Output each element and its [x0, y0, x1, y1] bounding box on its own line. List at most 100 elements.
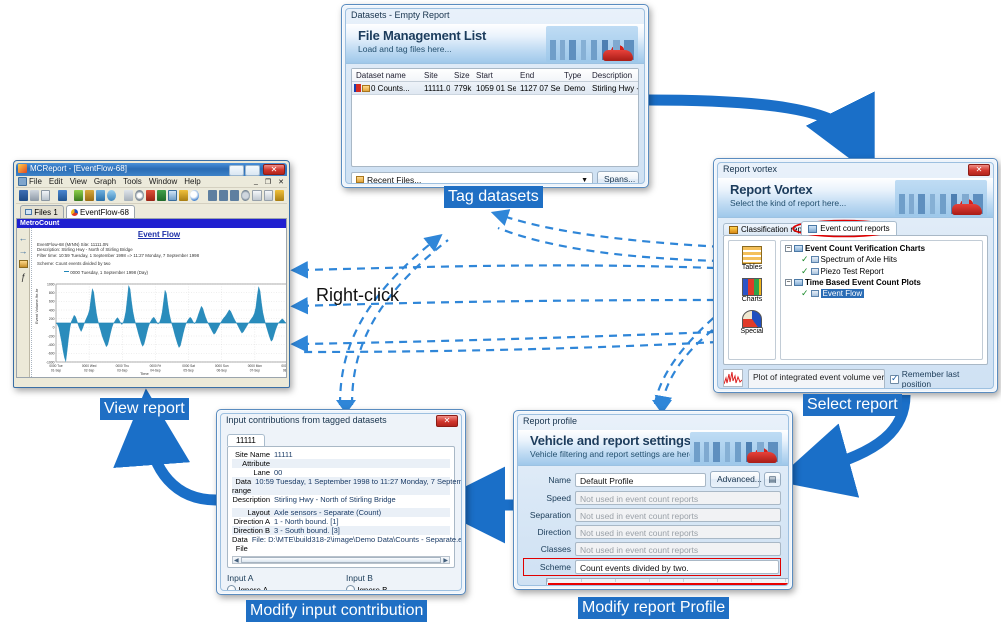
- recent-files-dropdown[interactable]: Recent Files... ▼: [351, 172, 593, 184]
- scroll-right-icon[interactable]: ▶: [443, 557, 448, 564]
- menu-file[interactable]: File: [29, 177, 42, 186]
- mcreport-document[interactable]: MetroCount ← → ƒ Event Flow EventFlow-68…: [16, 218, 287, 378]
- menu-graph[interactable]: Graph: [94, 177, 116, 186]
- tree-item-selected[interactable]: ✓ Event Flow: [801, 288, 978, 299]
- horizontal-scrollbar[interactable]: ◀ ▶: [232, 556, 450, 564]
- recent-files-label: Recent Files...: [367, 174, 422, 184]
- remember-position-checkbox[interactable]: [890, 373, 899, 384]
- tab-eventflow[interactable]: EventFlow-68: [65, 205, 135, 218]
- datasets-window[interactable]: Datasets - Empty Report File Management …: [341, 4, 649, 188]
- scheme-input[interactable]: Count events divided by two.: [575, 560, 779, 574]
- target-icon[interactable]: [134, 190, 144, 201]
- spans-button[interactable]: Spans...: [597, 171, 639, 183]
- close-icon[interactable]: ✕: [968, 164, 990, 176]
- category-tables[interactable]: Tables: [742, 246, 762, 271]
- table-icon[interactable]: [156, 190, 166, 201]
- check-icon[interactable]: ✓: [801, 266, 809, 277]
- datasets-banner: File Management List Load and tag files …: [346, 24, 644, 64]
- nav-back-icon[interactable]: ←: [19, 234, 28, 243]
- tree-item[interactable]: ✓ Piezo Test Report: [801, 266, 978, 277]
- nav-forward-icon[interactable]: →: [19, 247, 28, 256]
- font-icon[interactable]: [123, 190, 133, 201]
- mdi-close-icon[interactable]: ✕: [278, 178, 284, 186]
- radio-ignore-b[interactable]: Ignore B: [346, 585, 455, 590]
- refresh-icon[interactable]: [106, 190, 116, 201]
- name-input[interactable]: Default Profile: [575, 472, 706, 487]
- datasets-grid[interactable]: Dataset name Site Size Start End Type De…: [351, 68, 639, 167]
- expand-icon[interactable]: –: [785, 245, 792, 252]
- mdi-minimize-icon[interactable]: _: [254, 178, 258, 185]
- report-profile-window[interactable]: Report profile Vehicle and report settin…: [513, 410, 793, 590]
- save-icon[interactable]: [19, 190, 28, 201]
- menu-edit[interactable]: Edit: [49, 177, 63, 186]
- check-icon[interactable]: ✓: [801, 254, 809, 265]
- print-icon[interactable]: [30, 190, 39, 201]
- vortex-category-strip[interactable]: Tables Charts Special: [728, 240, 776, 360]
- mcreport-toolbar[interactable]: [16, 188, 287, 204]
- tree-item[interactable]: – Event Count Verification Charts: [785, 244, 978, 253]
- zoom-icon[interactable]: [190, 190, 200, 201]
- tab-event-count-reports[interactable]: Event count reports: [801, 221, 897, 235]
- scroll-thumb[interactable]: [240, 557, 442, 563]
- mdi-restore-icon[interactable]: ❐: [265, 178, 271, 186]
- prev-icon[interactable]: [219, 190, 229, 201]
- report-title: Event Flow: [137, 230, 181, 239]
- formula-icon[interactable]: ƒ: [19, 273, 28, 282]
- tab-files[interactable]: Files 1: [20, 205, 64, 218]
- menu-tools[interactable]: Tools: [123, 177, 142, 186]
- next-icon[interactable]: [230, 190, 240, 201]
- tab-site-11111[interactable]: 11111: [227, 434, 265, 446]
- classes-input[interactable]: Not used in event count reports: [575, 542, 781, 556]
- close-icon[interactable]: ✕: [263, 164, 285, 175]
- scroll-left-icon[interactable]: ◀: [234, 557, 239, 564]
- edit-icon[interactable]: [73, 190, 83, 201]
- data-icon[interactable]: [18, 260, 28, 268]
- report-vortex-window[interactable]: Report vortex ✕ Report Vortex Select the…: [713, 158, 998, 393]
- menu-view[interactable]: View: [70, 177, 87, 186]
- settings-icon[interactable]: [241, 190, 251, 201]
- mcreport-menubar[interactable]: File Edit View Graph Tools Window Help _…: [16, 176, 287, 188]
- advanced-button[interactable]: Advanced...: [710, 471, 762, 488]
- copy-icon[interactable]: [84, 190, 94, 201]
- page-icon[interactable]: [252, 190, 262, 201]
- menu-window[interactable]: Window: [149, 177, 177, 186]
- speed-input[interactable]: Not used in event count reports: [575, 491, 781, 505]
- direction-input[interactable]: Not used in event count reports: [575, 525, 781, 539]
- chevron-down-icon[interactable]: ▼: [581, 175, 588, 183]
- maximize-icon[interactable]: [245, 165, 260, 176]
- time-range-bar[interactable]: [547, 583, 788, 585]
- help-icon[interactable]: [274, 190, 284, 201]
- svg-text:-600: -600: [48, 352, 55, 356]
- print-preview-icon[interactable]: [41, 190, 51, 201]
- tree-item[interactable]: ✓ Spectrum of Axle Hits: [801, 254, 978, 265]
- event-flow-chart[interactable]: 10008006004002000-200-400-600-10000000 T…: [34, 280, 286, 377]
- window-controls[interactable]: [229, 165, 260, 176]
- close-icon[interactable]: ✕: [436, 415, 458, 427]
- paste-icon[interactable]: [145, 190, 155, 201]
- columns-icon[interactable]: [167, 190, 178, 201]
- first-icon[interactable]: [208, 190, 218, 201]
- minimize-icon[interactable]: [229, 165, 244, 176]
- category-special[interactable]: Special: [741, 310, 763, 335]
- check-icon[interactable]: ✓: [801, 288, 809, 299]
- table-row[interactable]: 0 Counts... 11111.0 779k 1059 01 Sep 98 …: [352, 82, 638, 95]
- radio-ignore-a[interactable]: Ignore A: [227, 585, 336, 590]
- page-next-icon[interactable]: [263, 190, 273, 201]
- report-tree[interactable]: – Event Count Verification Charts ✓ Spec…: [780, 240, 983, 360]
- profile-options-icon[interactable]: ▤: [764, 472, 781, 487]
- grid-icon[interactable]: [57, 190, 67, 201]
- mcreport-window[interactable]: MCReport - [EventFlow-68] ✕ File Edit Vi…: [13, 160, 290, 388]
- separation-input[interactable]: Not used in event count reports: [575, 508, 781, 522]
- report-canvas[interactable]: Event Flow EventFlow-68 (MrNN) Site: 111…: [31, 228, 286, 377]
- mcreport-sidebar[interactable]: ← → ƒ: [17, 228, 30, 377]
- export-icon[interactable]: [95, 190, 105, 201]
- input-contributions-window[interactable]: Input contributions from tagged datasets…: [216, 409, 466, 595]
- category-charts[interactable]: Charts: [742, 278, 762, 303]
- tree-item[interactable]: – Time Based Event Count Plots: [785, 278, 978, 287]
- time-range-slider[interactable]: [545, 578, 788, 585]
- expand-icon[interactable]: –: [785, 279, 792, 286]
- link-icon[interactable]: [179, 190, 189, 201]
- mcreport-tabbar[interactable]: Files 1 EventFlow-68: [16, 204, 287, 218]
- detail-label: Layout: [247, 508, 270, 517]
- menu-help[interactable]: Help: [184, 177, 200, 186]
